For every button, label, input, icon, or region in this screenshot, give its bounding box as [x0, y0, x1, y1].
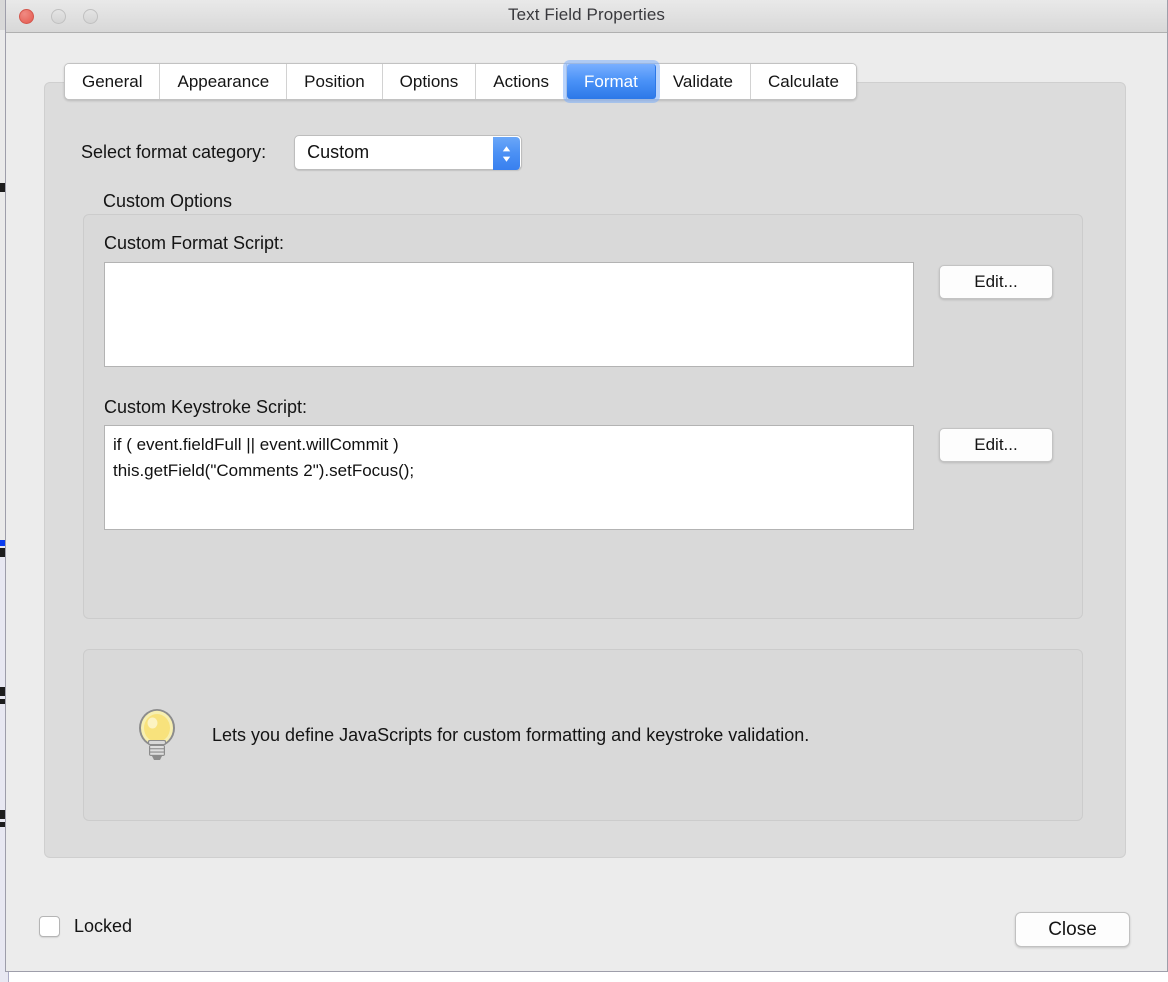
edit-keystroke-script-button[interactable]: Edit...: [939, 428, 1053, 462]
tab-format[interactable]: Format: [567, 64, 656, 99]
custom-options-group-title: Custom Options: [103, 191, 233, 211]
tab-content-panel: Select format category: Custom Custom Op…: [44, 82, 1126, 858]
tab-actions[interactable]: Actions: [476, 64, 567, 99]
format-category-label: Select format category:: [81, 142, 267, 162]
close-button[interactable]: Close: [1015, 912, 1130, 947]
custom-options-group: Custom Format Script: Edit... Custom Key…: [83, 214, 1083, 619]
custom-format-script-field[interactable]: [104, 262, 914, 367]
tab-validate[interactable]: Validate: [655, 64, 752, 99]
hint-panel: Lets you define JavaScripts for custom f…: [83, 649, 1083, 821]
custom-keystroke-script-label: Custom Keystroke Script:: [104, 397, 308, 417]
text-field-properties-dialog: Text Field Properties Select format cate…: [5, 0, 1168, 972]
locked-row[interactable]: Locked: [39, 916, 132, 937]
format-category-value: Custom: [307, 142, 370, 162]
tab-bar: General Appearance Position Options Actions F…: [64, 63, 857, 100]
tab-general[interactable]: General: [65, 64, 161, 99]
custom-keystroke-script-field[interactable]: if ( event.fieldFull || event.willCommit…: [104, 425, 914, 530]
select-stepper-arrows-icon[interactable]: [493, 137, 521, 170]
tab-calculate[interactable]: Calculate: [751, 64, 856, 99]
locked-checkbox[interactable]: [39, 916, 60, 937]
tab-position[interactable]: Position: [287, 64, 383, 99]
tab-options[interactable]: Options: [382, 64, 477, 99]
lightbulb-icon: [139, 709, 175, 760]
format-category-select[interactable]: Custom: [294, 135, 523, 170]
format-category-row: Select format category: Custom: [81, 135, 523, 170]
tab-appearance[interactable]: Appearance: [160, 64, 288, 99]
custom-format-script-label: Custom Format Script:: [104, 233, 285, 253]
window-title: Text Field Properties: [507, 5, 666, 24]
title-bar[interactable]: Text Field Properties: [6, 0, 1167, 33]
locked-label: Locked: [74, 916, 133, 936]
edit-format-script-button[interactable]: Edit...: [939, 265, 1053, 299]
hint-text: Lets you define JavaScripts for custom f…: [212, 724, 810, 745]
